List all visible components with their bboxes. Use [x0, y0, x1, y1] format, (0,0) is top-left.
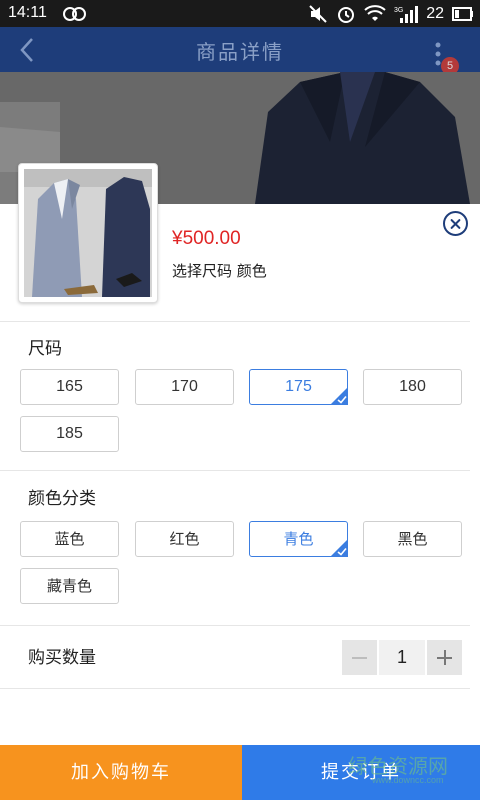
add-to-cart-button[interactable]: 加入购物车: [0, 745, 242, 800]
size-option-label: 175: [285, 378, 312, 395]
color-option-label: 青色: [283, 530, 314, 548]
color-option[interactable]: 黑色: [363, 521, 462, 557]
battery-icon: [452, 6, 473, 21]
submit-order-button[interactable]: 提交订单: [242, 745, 480, 800]
signal-icon: 3G: [394, 5, 419, 23]
size-option[interactable]: 180: [363, 369, 462, 405]
bottom-action-bar: 加入购物车 提交订单: [0, 745, 480, 800]
size-option[interactable]: 165: [20, 369, 119, 405]
size-option[interactable]: 170: [135, 369, 234, 405]
quantity-label: 购买数量: [28, 648, 96, 668]
quantity-stepper: 1: [342, 640, 462, 675]
app-header: 商品详情 5: [0, 27, 480, 75]
selection-hint: 选择尺码 颜色: [172, 262, 267, 280]
color-option[interactable]: 红色: [135, 521, 234, 557]
increase-button[interactable]: [427, 640, 462, 675]
decrease-button[interactable]: [342, 640, 377, 675]
selected-check-icon: [330, 539, 348, 557]
alarm-icon: [338, 6, 355, 23]
divider: [0, 321, 470, 322]
divider: [0, 688, 470, 689]
selected-check-icon: [330, 387, 348, 405]
size-section-title: 尺码: [28, 339, 62, 359]
size-option-selected[interactable]: 175: [249, 369, 348, 405]
minus-icon: [352, 656, 367, 659]
app-notification-icon: [63, 7, 86, 21]
status-time: 14:11: [8, 4, 47, 21]
watermark-url: www.downcc.com: [372, 775, 444, 785]
status-bar: 14:11 3G 22: [0, 0, 480, 27]
color-option-selected[interactable]: 青色: [249, 521, 348, 557]
mute-icon: [309, 4, 327, 23]
divider: [0, 470, 470, 471]
page-title: 商品详情: [196, 40, 284, 64]
battery-level: 22: [426, 4, 444, 22]
size-option[interactable]: 185: [20, 416, 119, 452]
color-option[interactable]: 蓝色: [20, 521, 119, 557]
product-thumbnail: [18, 163, 158, 303]
divider: [0, 625, 470, 626]
product-price: ¥500.00: [172, 228, 241, 249]
color-section-title: 颜色分类: [28, 489, 96, 509]
color-option[interactable]: 藏青色: [20, 568, 119, 604]
svg-text:3G: 3G: [394, 7, 403, 14]
wifi-icon: [364, 4, 386, 21]
close-sheet-button[interactable]: [443, 211, 468, 236]
quantity-value[interactable]: 1: [379, 640, 425, 675]
